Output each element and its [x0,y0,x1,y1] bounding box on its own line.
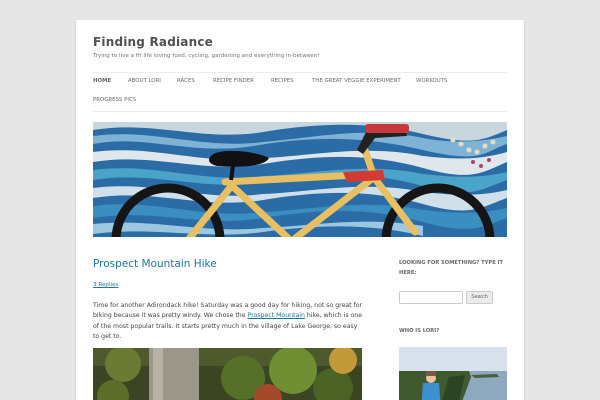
sidebar-search-button[interactable]: Search [466,291,493,304]
sidebar-search-heading: LOOKING FOR SOMETHING? TYPE IT HERE: [399,260,504,276]
post-image-forest-trail [93,348,362,400]
sidebar-photo-lori [399,347,507,400]
post-replies-link[interactable]: 3 Replies [93,282,118,288]
page-container: Finding Radiance Trying to live a fit li… [76,20,524,400]
nav-item-recipe-finder[interactable]: RECIPE FINDER [213,78,254,84]
prospect-mountain-link[interactable]: Prospect Mountain [248,312,305,319]
nav-divider-bottom [93,111,507,112]
nav-item-races[interactable]: RACES [177,78,195,84]
header-image-bicycle-mosaic [93,122,507,237]
forest-trail-photo [93,348,362,400]
sidebar-search-input[interactable] [399,291,463,304]
nav-item-workouts[interactable]: WORKOUTS [416,78,447,84]
nav-item-recipes[interactable]: RECIPES [271,78,294,84]
post-title[interactable]: Prospect Mountain Hike [93,258,217,270]
nav-item-progress-pics[interactable]: PROGRESS PICS [93,97,136,103]
lori-coastal-photo [399,347,507,400]
nav-item-veggie-experiment[interactable]: THE GREAT VEGGIE EXPERIMENT [312,78,401,84]
nav-item-about-lori[interactable]: ABOUT LORI [128,78,161,84]
sidebar-who-heading: WHO IS LORI? [399,328,440,334]
site-title[interactable]: Finding Radiance [93,35,213,49]
post-excerpt: Time for another Adirondack hike! Saturd… [93,301,365,343]
nav-item-home[interactable]: HOME [93,78,111,84]
bicycle-mosaic-illustration [93,122,507,237]
nav-divider-top [93,72,507,73]
site-description: Trying to live a fit life loving food, c… [93,53,320,59]
